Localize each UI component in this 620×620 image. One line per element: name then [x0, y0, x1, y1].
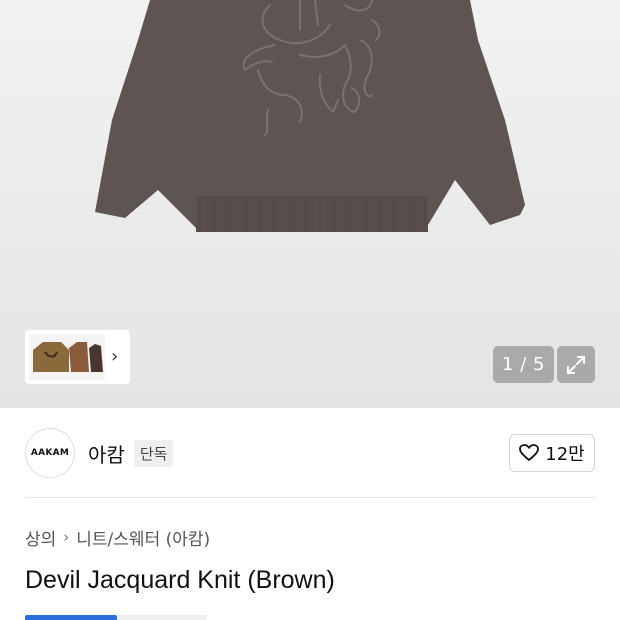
- tab-inactive[interactable]: [117, 615, 207, 620]
- chevron-right-icon[interactable]: ›: [111, 348, 118, 366]
- tab-strip: [25, 615, 207, 620]
- thumbnail-images[interactable]: [29, 334, 105, 380]
- breadcrumb-category[interactable]: 상의: [25, 525, 56, 550]
- image-pager: 1 / 5: [493, 346, 554, 383]
- tab-active[interactable]: [25, 615, 117, 620]
- thumbnail-strip[interactable]: ›: [25, 330, 130, 384]
- breadcrumb-subcategory[interactable]: 니트/스웨터 (아캄): [76, 525, 210, 550]
- like-count: 12만: [545, 444, 585, 465]
- like-button[interactable]: 12만: [509, 434, 595, 472]
- brand-name[interactable]: 아캄: [88, 439, 125, 468]
- heart-icon: [519, 444, 540, 461]
- product-image-gallery[interactable]: › 1 / 5: [0, 0, 620, 408]
- chevron-right-icon: ›: [63, 528, 70, 546]
- breadcrumb: 상의 › 니트/스웨터 (아캄): [25, 525, 210, 550]
- product-title: Devil Jacquard Knit (Brown): [25, 566, 335, 594]
- divider: [25, 497, 595, 498]
- exclusive-badge: 단독: [133, 439, 174, 467]
- expand-icon[interactable]: [557, 346, 595, 383]
- brand-row: AAKAM 아캄 단독 12만: [25, 427, 595, 479]
- brand-logo[interactable]: AAKAM: [25, 428, 75, 478]
